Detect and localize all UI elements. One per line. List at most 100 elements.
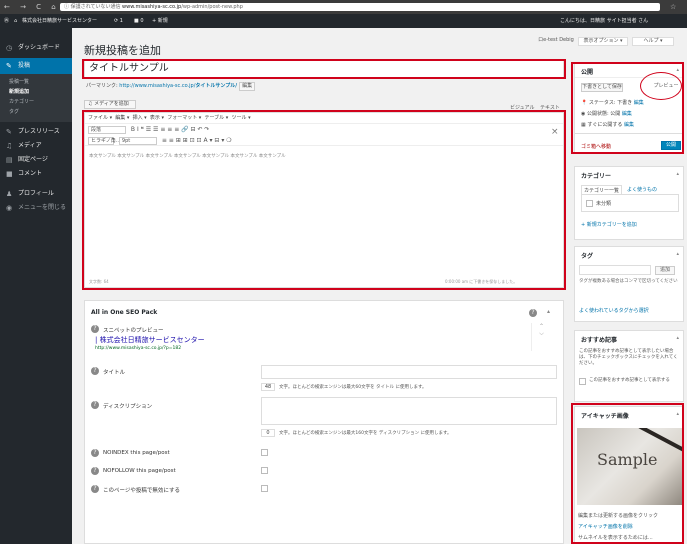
font-family-select[interactable]: ヒラギノ角...	[88, 136, 121, 145]
tab-visual[interactable]: ビジュアル	[510, 104, 535, 111]
submenu-posts-all[interactable]: 投稿一覧	[9, 78, 29, 85]
post-title-input[interactable]: タイトルサンプル	[84, 60, 564, 78]
submenu-posts-new[interactable]: 新規追加	[9, 88, 29, 95]
editor-content[interactable]: 本文サンプル 本文サンプル 本文サンプル 本文サンプル 本文サンプル 本文サンプ…	[89, 153, 286, 159]
menu-tools[interactable]: ツール ▾	[231, 115, 250, 121]
screen-options-button[interactable]: 表示オプション ▾	[578, 37, 628, 46]
menu-table[interactable]: テーブル ▾	[204, 115, 228, 121]
toggle-icon[interactable]: ▴	[676, 335, 679, 341]
categories-box: カテゴリー ▴ カテゴリー一覧 よく使うもの 未分類 + 新規カテゴリーを追加	[574, 166, 684, 240]
featured-image-thumbnail[interactable]: Sample	[577, 428, 682, 505]
snippet-label: スニペットのプレビュー	[103, 328, 164, 334]
home-icon[interactable]: ⌂	[14, 14, 17, 28]
highlight-preview-circle	[640, 72, 682, 100]
desc-char-count: 0	[261, 429, 275, 437]
status-edit-link[interactable]: 編集	[634, 100, 644, 106]
browser-toolbar: ← → C ⌂ ⓘ 保護されていない通信 www.misashiya-sc.co…	[0, 0, 687, 14]
submenu-posts-category[interactable]: カテゴリー	[9, 98, 34, 105]
user-greeting[interactable]: こんにちは、日精旅 サイト担当者 さん	[560, 14, 648, 28]
sidebar-collapse[interactable]: ◉ メニューを閉じる	[0, 200, 72, 216]
seo-description-input[interactable]	[261, 397, 557, 425]
help-icon[interactable]: ?	[529, 309, 537, 317]
browser-nav-buttons[interactable]: ← → C ⌂	[4, 3, 60, 11]
menu-view[interactable]: 表示 ▾	[150, 115, 164, 121]
menu-insert[interactable]: 挿入 ▾	[133, 115, 147, 121]
nofollow-checkbox[interactable]	[261, 467, 268, 474]
desc-char-note: 文字。ほとんどの検索エンジンは最大160文字を ディスクリプション に使用します…	[279, 431, 452, 436]
toggle-icon[interactable]: ▴	[547, 308, 550, 315]
permalink-edit-button[interactable]: 編集	[239, 82, 256, 91]
comments-link[interactable]: ■ 0	[134, 14, 144, 28]
uncategorized-checkbox[interactable]	[586, 200, 593, 207]
wordpress-logo-icon[interactable]: Ⓦ	[4, 14, 9, 28]
seo-title-input[interactable]	[261, 365, 557, 379]
toggle-icon[interactable]: ▴	[676, 411, 679, 417]
formatting-buttons[interactable]: B I ❝ ☰ ☰ ≡ ≡ ≡ 🔗 ⊟ ↶ ↷	[131, 126, 210, 133]
help-icon[interactable]: ?	[91, 467, 99, 475]
toggle-icon[interactable]: ▴	[676, 67, 679, 73]
title-char-count: 48	[261, 383, 275, 391]
dashboard-icon: ◷	[6, 44, 13, 52]
tab-popular-categories[interactable]: よく使うもの	[627, 186, 657, 193]
tag-add-button[interactable]: 追加	[655, 266, 675, 275]
comment-icon: ■	[6, 170, 13, 178]
updates-link[interactable]: ⟳ 1	[114, 14, 123, 28]
publish-button[interactable]: 公開	[661, 141, 681, 150]
permalink-slug[interactable]: タイトルサンプル/	[195, 83, 237, 89]
schedule-edit-link[interactable]: 編集	[624, 122, 634, 128]
sidebar-item-dashboard[interactable]: ◷ ダッシュボード	[0, 40, 72, 56]
help-button[interactable]: ヘルプ ▾	[632, 37, 674, 46]
format-select[interactable]: 段落	[88, 125, 126, 134]
help-icon[interactable]: ?	[91, 449, 99, 457]
tags-title: タグ	[581, 253, 594, 260]
help-icon[interactable]: ?	[91, 325, 99, 333]
divider	[575, 133, 683, 134]
status-row: 📍 ステータス: 下書き 編集	[581, 99, 644, 106]
page-title: 新規投稿を追加	[84, 44, 161, 57]
menu-file[interactable]: ファイル ▾	[88, 115, 112, 121]
editor-toolbar-2: ヒラギノ角... 9pt ≡ ≡ ⊞ ⊞ ⊡ ⊡ A ▾ ⊟ ▾ ❍	[85, 135, 563, 146]
content-editor[interactable]: ファイル ▾ 編集 ▾ 挿入 ▾ 表示 ▾ フォーマット ▾ テーブル ▾ ツー…	[84, 112, 564, 288]
seo-debug-link[interactable]: ロe-test Debig	[538, 37, 574, 46]
menu-format[interactable]: フォーマット ▾	[167, 115, 201, 121]
sample-image-text: Sample	[597, 450, 658, 469]
address-bar[interactable]: ⓘ 保護されていない通信 www.misashiya-sc.co.jp/wp-a…	[60, 3, 660, 11]
site-name-link[interactable]: 株式会社日精旅サービスセンター	[22, 14, 97, 28]
toggle-icon[interactable]: ▴	[676, 251, 679, 257]
pin-icon: ✎	[6, 62, 12, 70]
tags-box: タグ ▴ 追加 タグが複数ある場合はコンマで区切ってください よく使われているタ…	[574, 246, 684, 322]
recommend-box: おすすめ記事 ▴ この記事をおすすめ記事として表示したい場合は、下のチェックボッ…	[574, 330, 684, 402]
toggle-icon[interactable]: ▴	[676, 171, 679, 177]
new-content-link[interactable]: + 新規	[152, 14, 168, 28]
save-draft-button[interactable]: 下書きとして保存	[581, 83, 623, 92]
autosave-status: 0:00:00 am に下書きを保存しました。	[445, 279, 518, 284]
disable-checkbox[interactable]	[261, 485, 268, 492]
remove-featured-image-link[interactable]: アイキャッチ画像を削除	[578, 523, 633, 530]
formatting-buttons-2[interactable]: ≡ ≡ ⊞ ⊞ ⊡ ⊡ A ▾ ⊟ ▾ ❍	[162, 137, 232, 144]
sidebar-label: プロフィール	[18, 190, 54, 197]
sidebar-item-posts[interactable]: ✎ 投稿	[0, 58, 72, 74]
tag-input[interactable]	[579, 265, 651, 275]
visibility-edit-link[interactable]: 編集	[622, 111, 632, 117]
help-icon[interactable]: ?	[91, 485, 99, 493]
recommend-checkbox[interactable]	[579, 378, 586, 385]
bookmark-star-icon[interactable]: ☆	[670, 3, 676, 11]
recommend-label: この記事をおすすめ記事として表示する	[589, 378, 670, 383]
word-count: 文字数: 64	[89, 279, 109, 284]
tab-text[interactable]: テキスト	[540, 104, 560, 111]
choose-tags-link[interactable]: よく使われているタグから選択	[579, 307, 649, 314]
snippet-scroll[interactable]: ⌃ ⌵	[531, 323, 551, 351]
font-size-select[interactable]: 9pt	[118, 136, 157, 145]
menu-edit[interactable]: 編集 ▾	[115, 115, 129, 121]
help-icon[interactable]: ?	[91, 401, 99, 409]
submenu-posts-tag[interactable]: タグ	[9, 108, 19, 115]
thumbnail-note: サムネイルを表示するためには...	[578, 535, 653, 541]
add-media-button[interactable]: ♫ メディアを追加	[84, 100, 136, 109]
noindex-checkbox[interactable]	[261, 449, 268, 456]
sidebar-item-comments[interactable]: ■ コメント	[0, 166, 72, 182]
trash-link[interactable]: ゴミ箱へ移動	[581, 143, 611, 150]
help-icon[interactable]: ?	[91, 367, 99, 375]
close-icon[interactable]: ×	[551, 127, 559, 137]
add-category-link[interactable]: + 新規カテゴリーを追加	[581, 221, 637, 228]
permalink-url[interactable]: http://www.misashiya-sc.co.jp/	[119, 83, 195, 89]
